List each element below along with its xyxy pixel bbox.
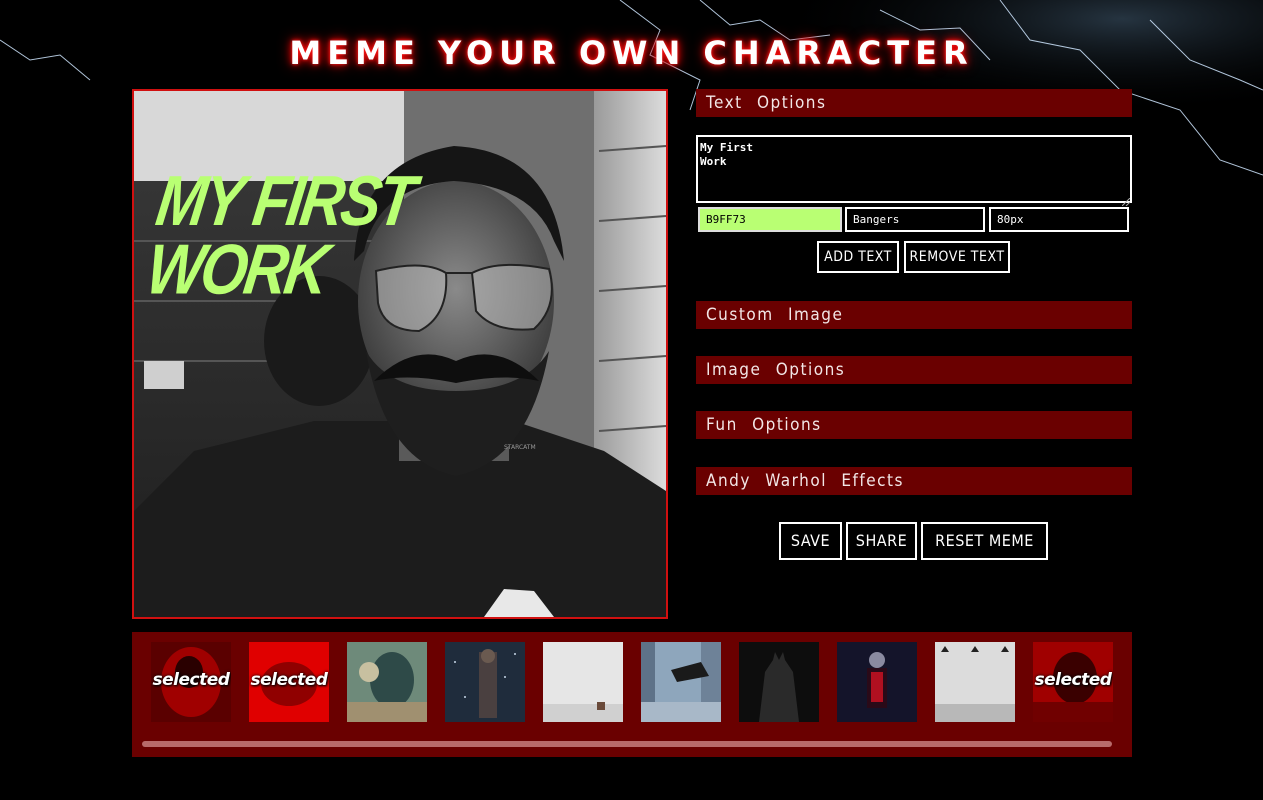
thumb-image xyxy=(543,642,623,722)
text-options-header[interactable]: Text Options xyxy=(696,89,1132,117)
thumb-brick-wall-lamps[interactable] xyxy=(935,642,1015,722)
thumb-image xyxy=(641,642,721,722)
thumb-batman[interactable] xyxy=(739,642,819,722)
add-text-button[interactable]: ADD TEXT xyxy=(817,241,899,273)
save-button[interactable]: SAVE xyxy=(779,522,842,560)
selected-label: selected xyxy=(1034,670,1112,690)
text-color-input[interactable]: B9FF73 xyxy=(698,207,842,232)
meme-text-input[interactable]: My First Work xyxy=(696,135,1132,203)
thumb-red-splash[interactable]: selected xyxy=(249,642,329,722)
thumb-image xyxy=(935,642,1015,722)
thumb-image xyxy=(445,642,525,722)
custom-image-header[interactable]: Custom Image xyxy=(696,301,1132,329)
meme-canvas[interactable]: STARCATM MY FIRST WORK xyxy=(132,89,668,619)
thumb-image xyxy=(347,642,427,722)
selected-label: selected xyxy=(250,670,328,690)
warhol-effects-header[interactable]: Andy Warhol Effects xyxy=(696,467,1132,495)
thumb-red-character-2[interactable]: selected xyxy=(1033,642,1113,722)
image-options-header[interactable]: Image Options xyxy=(696,356,1132,384)
thumb-batmobile-city[interactable] xyxy=(641,642,721,722)
font-size-input[interactable]: 80px xyxy=(989,207,1129,232)
thumb-white-wall-figure[interactable] xyxy=(543,642,623,722)
thumb-image xyxy=(837,642,917,722)
reset-meme-button[interactable]: RESET MEME xyxy=(921,522,1048,560)
thumb-red-character-1[interactable]: selected xyxy=(151,642,231,722)
selected-label: selected xyxy=(152,670,230,690)
share-button[interactable]: SHARE xyxy=(846,522,917,560)
thumb-image xyxy=(739,642,819,722)
watermark-text: STARCATM xyxy=(504,444,536,451)
fun-options-header[interactable]: Fun Options xyxy=(696,411,1132,439)
gallery-scrollbar[interactable] xyxy=(142,741,1112,747)
resize-grip-icon xyxy=(1121,197,1131,207)
thumb-bane-snow[interactable] xyxy=(445,642,525,722)
remove-text-button[interactable]: REMOVE TEXT xyxy=(904,241,1010,273)
thumb-joker-art[interactable] xyxy=(347,642,427,722)
thumb-red-suit-villain[interactable] xyxy=(837,642,917,722)
meme-text-overlay[interactable]: MY FIRST WORK xyxy=(142,161,442,308)
textarea-resize-handle[interactable] xyxy=(1121,193,1131,207)
font-family-input[interactable]: Bangers xyxy=(845,207,985,232)
page-title: MEME YOUR OWN CHARACTER xyxy=(289,34,974,72)
character-gallery: selected selected selected xyxy=(132,632,1132,757)
